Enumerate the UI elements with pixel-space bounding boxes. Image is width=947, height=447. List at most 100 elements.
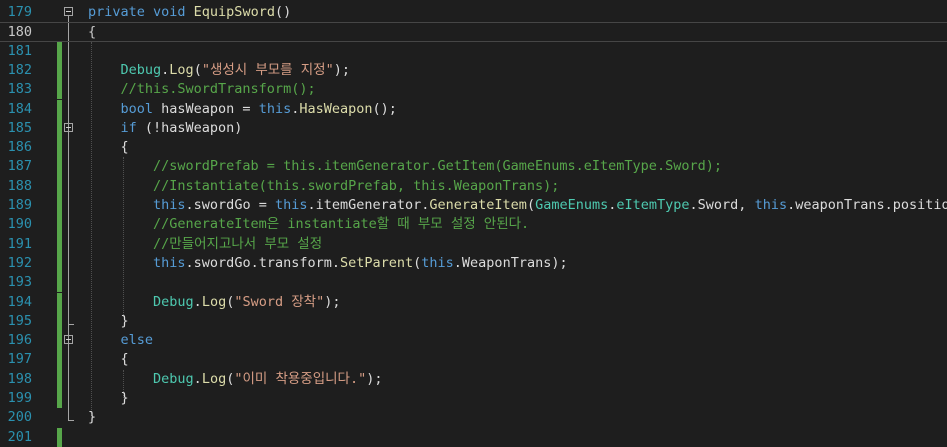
code-token: SetParent [339, 254, 414, 271]
code-token: private void [88, 4, 194, 20]
code-token: HasWeapon [299, 100, 373, 117]
change-indicator [57, 157, 62, 177]
code-text: else [88, 331, 154, 350]
change-indicator [57, 60, 62, 81]
code-token: } [88, 390, 129, 406]
code-line[interactable]: 183 //this.SwordTransform(); [0, 80, 947, 100]
line-number: 199 [7, 390, 32, 406]
code-line[interactable]: 192 this.swordGo.transform.SetParent(thi… [0, 253, 947, 274]
code-token: //GenerateItem은 instantiate할 때 부모 설정 안된다… [88, 216, 530, 233]
code-token: Debug [88, 293, 194, 310]
line-number: 187 [7, 158, 32, 175]
code-line[interactable]: 179 private void EquipSword() [0, 3, 947, 22]
code-token: hasWeapon = [161, 100, 259, 117]
code-line[interactable]: 185 if (!hasWeapon) [0, 118, 947, 139]
code-line[interactable]: 193 [0, 273, 947, 293]
code-line[interactable]: 190 //GenerateItem은 instantiate할 때 부모 설정… [0, 215, 947, 235]
line-number: 191 [7, 235, 32, 252]
code-text: private void EquipSword() [88, 3, 291, 22]
code-editor[interactable]: 179 private void EquipSword() 180 {181 182 D… [0, 0, 947, 447]
code-token: ); [366, 370, 383, 387]
change-indicator [57, 196, 62, 216]
code-line[interactable]: 186 { [0, 138, 947, 158]
code-token: this [421, 254, 454, 271]
code-token: if [88, 119, 145, 136]
code-line[interactable]: 182 Debug.Log("생성시 부모를 지정"); [0, 60, 947, 81]
line-number: 180 [7, 24, 32, 41]
code-line[interactable]: 199 } [0, 389, 947, 409]
code-text: } [88, 389, 129, 408]
line-number: 189 [7, 197, 32, 213]
code-token: Log [201, 370, 227, 387]
code-text: Debug.Log("Sword 장착"); [88, 293, 340, 312]
code-token: GenerateItem [429, 197, 527, 213]
code-token: "이미 착용중입니다." [234, 370, 367, 387]
change-indicator [57, 176, 62, 196]
code-token: ( [526, 197, 536, 213]
code-token: "Sword 장착" [234, 293, 325, 310]
line-number: 198 [7, 370, 32, 387]
code-line[interactable]: 197 { [0, 350, 947, 370]
code-text: //this.SwordTransform(); [88, 80, 316, 99]
code-text: if (!hasWeapon) [88, 119, 243, 138]
change-indicator [57, 80, 62, 100]
code-text: } [88, 408, 96, 427]
code-token: else [88, 332, 154, 349]
code-token: } [88, 409, 97, 426]
code-token: bool [88, 100, 162, 117]
code-token: this [258, 100, 292, 117]
code-line[interactable]: 181 [0, 41, 947, 61]
line-number: 181 [7, 42, 32, 59]
code-token: Log [201, 293, 227, 310]
code-token: (); [372, 100, 397, 117]
change-indicator [57, 99, 62, 119]
code-line[interactable]: 195 } [0, 311, 947, 332]
change-indicator [57, 350, 62, 370]
code-token: { [88, 24, 97, 41]
change-indicator [57, 118, 62, 139]
code-token: .WeaponTrans); [453, 254, 568, 271]
change-indicator [57, 138, 62, 158]
code-token: eItemType [616, 197, 690, 213]
code-token: "생성시 부모를 지정" [201, 61, 334, 78]
code-line[interactable]: 184 bool hasWeapon = this.HasWeapon(); [0, 99, 947, 119]
code-line[interactable]: 196 else [0, 331, 947, 351]
code-text: this.swordGo = this.itemGenerator.Genera… [88, 196, 947, 215]
code-line[interactable]: 187 //swordPrefab = this.itemGenerator.G… [0, 157, 947, 177]
change-indicator [57, 292, 62, 312]
code-token: ( [193, 61, 202, 78]
code-text: Debug.Log("이미 착용중입니다."); [88, 370, 382, 389]
code-token: this [88, 254, 186, 271]
code-token: . [193, 293, 202, 310]
code-line[interactable]: 200} [0, 408, 947, 427]
code-line[interactable]: 188 //Instantiate(this.swordPrefab, this… [0, 176, 947, 196]
code-token: Debug [88, 61, 162, 78]
code-text: } [88, 312, 129, 331]
change-indicator [57, 253, 62, 274]
line-number: 183 [7, 81, 32, 98]
code-line[interactable]: 191 //만들어지고나서 부모 설정 [0, 234, 947, 254]
code-line[interactable]: 189 this.swordGo = this.itemGenerator.Ge… [0, 196, 947, 216]
code-token: . [193, 370, 202, 387]
collapse-icon[interactable] [64, 122, 73, 132]
code-token: { [88, 139, 129, 156]
code-token: this [88, 197, 186, 213]
code-token: //this.SwordTransform(); [88, 81, 316, 98]
line-number: 193 [7, 274, 32, 291]
collapse-icon[interactable] [64, 7, 73, 16]
code-line[interactable]: 198 Debug.Log("이미 착용중입니다."); [0, 369, 947, 389]
code-text: this.swordGo.transform.SetParent(this.We… [88, 254, 568, 273]
code-token: { [88, 351, 129, 368]
code-text: //Instantiate(this.swordPrefab, this.Wea… [88, 177, 559, 196]
change-indicator [57, 273, 62, 293]
collapse-icon[interactable] [64, 335, 73, 345]
code-line[interactable]: 194 Debug.Log("Sword 장착"); [0, 292, 947, 312]
code-token: } [88, 312, 129, 329]
line-number: 188 [7, 177, 32, 194]
code-token: Debug [88, 370, 194, 387]
line-number: 190 [7, 216, 32, 233]
change-indicator [57, 234, 62, 254]
change-indicator [57, 215, 62, 235]
code-line[interactable]: 180 { [0, 22, 947, 42]
code-token: Log [169, 61, 194, 78]
